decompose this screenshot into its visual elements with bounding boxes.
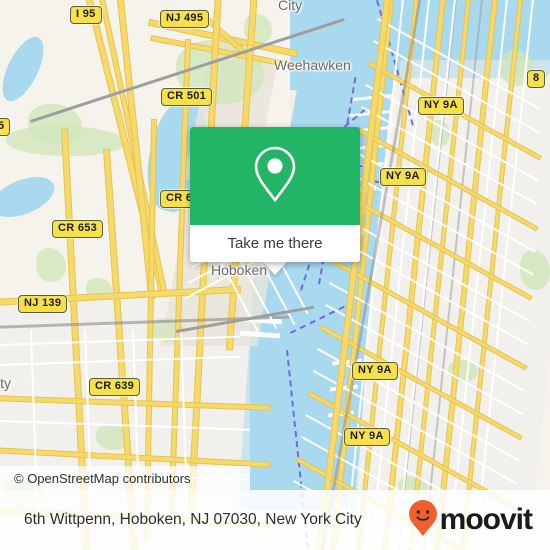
road-shield-ny9a-2[interactable]: NY 9A [380, 168, 426, 186]
road-shield-i95[interactable]: I 95 [70, 6, 102, 24]
road-shield-cr653[interactable]: CR 653 [52, 220, 104, 238]
take-me-there-button[interactable]: Take me there [190, 225, 360, 262]
card-pointer-tail [262, 261, 288, 275]
road-shield-5[interactable]: 5 [0, 118, 11, 136]
take-me-there-label: Take me there [227, 235, 323, 252]
screenshot-root: City Weehawken Hoboken ity I 95 NJ 495 C… [0, 0, 550, 550]
location-callout-card[interactable]: Take me there [190, 127, 360, 262]
road-shield-cr501[interactable]: CR 501 [161, 88, 213, 106]
place-label-weehawken: Weehawken [274, 57, 351, 73]
moovit-logo[interactable]: moovit [408, 499, 533, 542]
road-shield-8[interactable]: 8 [527, 70, 546, 88]
osm-attribution-text: © OpenStreetMap contributors [14, 470, 191, 486]
moovit-pin-icon [408, 499, 438, 542]
road-shield-ny9a-1[interactable]: NY 9A [418, 97, 464, 115]
footer-address: 6th Wittpenn, Hoboken, NJ 07030, New Yor… [24, 511, 362, 528]
place-label-hoboken: Hoboken [211, 262, 268, 278]
park-jc-1 [36, 248, 66, 282]
place-label-jersey-city: ity [0, 375, 11, 391]
road-shield-ny9a-3[interactable]: NY 9A [352, 362, 398, 380]
road-shield-nj495[interactable]: NJ 495 [160, 10, 210, 28]
osm-attribution[interactable]: © OpenStreetMap contributors [0, 466, 250, 490]
footer-bar: 6th Wittpenn, Hoboken, NJ 07030, New Yor… [0, 490, 550, 550]
card-icon-area [190, 127, 360, 225]
road-shield-cr639[interactable]: CR 639 [89, 378, 141, 396]
map-pin-icon [252, 145, 298, 208]
road-shield-ny9a-4[interactable]: NY 9A [344, 428, 390, 446]
moovit-wordmark: moovit [439, 503, 533, 536]
road-shield-nj139[interactable]: NJ 139 [18, 295, 68, 313]
place-label-union-city: City [278, 0, 303, 13]
